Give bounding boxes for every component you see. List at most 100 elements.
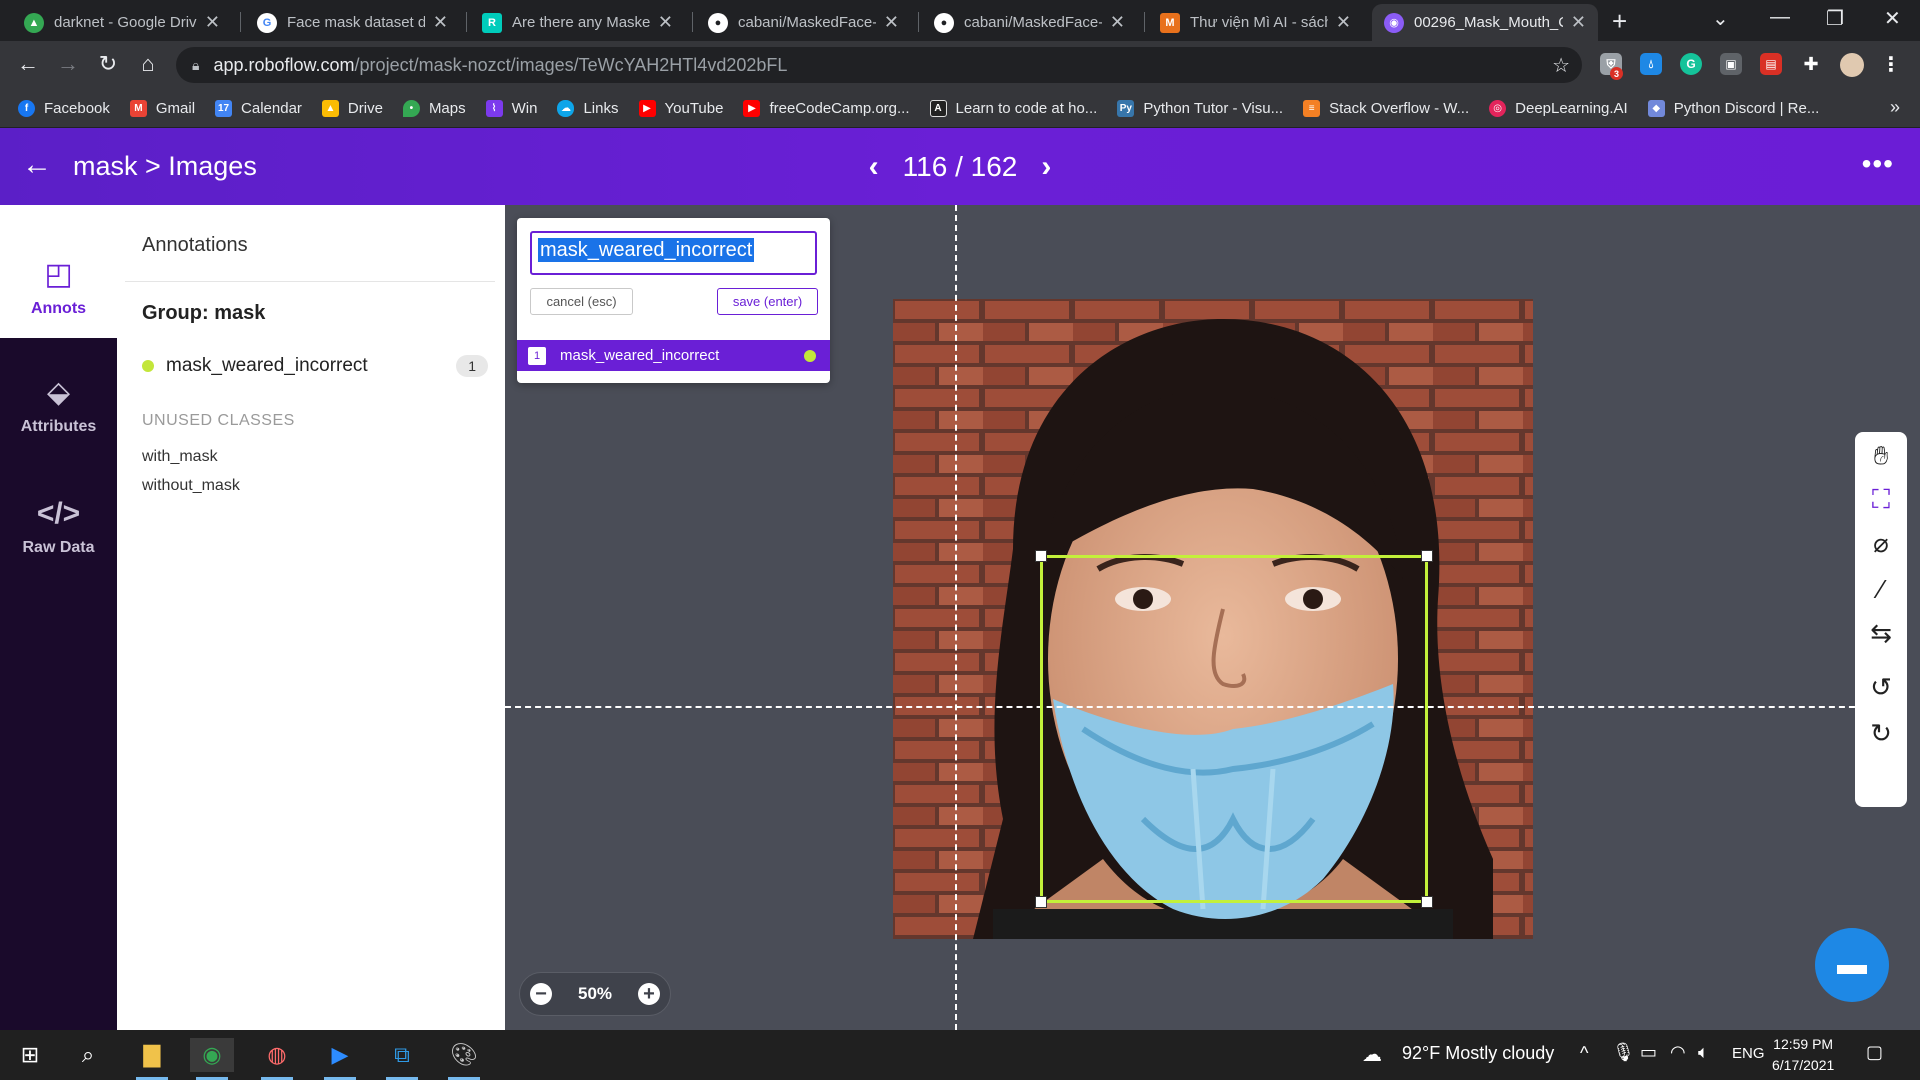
tab-search-icon[interactable]: ⌄ [1712, 6, 1729, 31]
bookmark-learn-to-code[interactable]: A Learn to code at ho... [929, 99, 1097, 117]
browser-tab[interactable]: G Face mask dataset do ✕ [245, 4, 460, 41]
extensions-puzzle-icon[interactable]: ✚ [1800, 53, 1822, 75]
reload-icon[interactable]: ↻ [94, 51, 122, 77]
rail-item-attributes[interactable]: ⬙ Attributes [0, 375, 117, 475]
bookmark-label: DeepLearning.AI [1515, 99, 1628, 117]
redo-icon[interactable]: ↻ [1855, 718, 1907, 749]
minimize-icon[interactable]: — [1770, 6, 1790, 29]
zoom-app-icon[interactable]: ▶ [318, 1038, 362, 1080]
bookmark-stack-overflow[interactable]: ≡ Stack Overflow - W... [1303, 99, 1469, 117]
class-suggestion-option[interactable]: 1 mask_weared_incorrect [517, 340, 830, 371]
bookmark-links[interactable]: ☁ Links [557, 99, 619, 117]
extension-red-icon[interactable]: ▤ [1760, 53, 1782, 75]
close-tab-icon[interactable]: ✕ [205, 12, 220, 33]
wifi-icon[interactable]: ◠ [1670, 1042, 1686, 1063]
windows-start-icon[interactable]: ⊞ [8, 1038, 52, 1072]
lock-icon[interactable]: 🔒︎ [192, 57, 199, 74]
grammarly-icon[interactable]: G [1680, 53, 1702, 75]
undo-icon[interactable]: ↺ [1855, 672, 1907, 703]
new-tab-plus-icon[interactable]: + [1612, 6, 1627, 37]
browser-tab[interactable]: ● cabani/MaskedFace-N ✕ [922, 4, 1137, 41]
paint-icon[interactable]: 🎨︎ [442, 1038, 486, 1080]
close-window-icon[interactable]: ✕ [1884, 6, 1901, 31]
resize-handle-bottom-left[interactable] [1035, 896, 1047, 908]
restore-icon[interactable]: ❐ [1826, 6, 1844, 31]
resize-handle-top-right[interactable] [1421, 550, 1433, 562]
browser-tab[interactable]: R Are there any Masked ✕ [470, 4, 685, 41]
address-bar[interactable]: 🔒︎ app.roboflow.com/project/mask-nozct/i… [176, 47, 1582, 83]
bookmark-python-tutor[interactable]: Py Python Tutor - Visu... [1117, 99, 1283, 117]
file-explorer-icon[interactable]: ▇ [130, 1038, 174, 1080]
back-arrow-icon[interactable]: ← [14, 51, 42, 77]
vscode-icon[interactable]: ⧉ [380, 1038, 424, 1080]
browser-tab[interactable]: M Thư viện Mì AI - sách, ✕ [1148, 4, 1363, 41]
chat-bubble-icon[interactable]: ▬ [1815, 928, 1889, 1002]
close-tab-icon[interactable]: ✕ [1110, 12, 1125, 33]
bookmark-drive[interactable]: ▲ Drive [321, 99, 383, 117]
app-header: ← mask > Images ‹ 116 / 162 › ••• [0, 128, 1920, 205]
breadcrumb[interactable]: mask > Images [73, 151, 257, 182]
bookmark-win[interactable]: ⌇ Win [485, 99, 537, 117]
chrome-icon[interactable]: ◉ [190, 1038, 234, 1080]
app-icon[interactable]: ◍ [255, 1038, 299, 1080]
forward-arrow-icon[interactable]: → [54, 51, 82, 77]
notification-icon[interactable]: ▢ [1866, 1042, 1883, 1063]
bookmark-maps[interactable]: • Maps [402, 99, 466, 117]
class-name-input[interactable]: mask_weared_incorrect [530, 231, 817, 275]
previous-image-chevron-icon[interactable]: ‹ [845, 150, 903, 184]
tray-chevron-icon[interactable]: ^ [1580, 1043, 1588, 1064]
zoom-out-icon[interactable]: − [530, 983, 552, 1005]
save-button[interactable]: save (enter) [717, 288, 818, 315]
class-row[interactable]: mask_weared_incorrect 1 [142, 355, 488, 377]
close-tab-icon[interactable]: ✕ [658, 12, 673, 33]
annotation-canvas[interactable]: mask_weared_incorrect cancel (esc) save … [505, 205, 1920, 1030]
weather-cloud-icon[interactable]: ☁ [1362, 1042, 1382, 1067]
browser-tab-active[interactable]: ◉ 00296_Mask_Mouth_C ✕ [1372, 4, 1598, 41]
rail-item-raw-data[interactable]: </> Raw Data [0, 497, 117, 597]
chrome-menu-icon[interactable]: ⋮ [1880, 53, 1902, 76]
profile-avatar[interactable] [1840, 53, 1864, 77]
close-tab-icon[interactable]: ✕ [1571, 12, 1586, 33]
close-tab-icon[interactable]: ✕ [884, 12, 899, 33]
clock[interactable]: 12:59 PM 6/17/2021 [1772, 1034, 1834, 1076]
microphone-icon[interactable]: 🎙︎ [1612, 1042, 1635, 1063]
extension-window-icon[interactable]: ▣ [1720, 53, 1742, 75]
bookmark-freecodecamp[interactable]: ▶ freeCodeCamp.org... [743, 99, 910, 117]
bookmark-gmail[interactable]: M Gmail [129, 99, 195, 117]
bookmark-facebook[interactable]: f Facebook [18, 99, 110, 117]
close-tab-icon[interactable]: ✕ [433, 12, 448, 33]
rail-item-annots[interactable]: ◰ Annots [0, 205, 117, 338]
resize-handle-bottom-right[interactable] [1421, 896, 1433, 908]
bookmark-python-discord[interactable]: ◆ Python Discord | Re... [1647, 99, 1819, 117]
unused-class-item[interactable]: with_mask [142, 448, 218, 466]
next-image-chevron-icon[interactable]: › [1017, 150, 1075, 184]
polygon-icon[interactable]: ⌀ [1855, 528, 1907, 559]
browser-tab[interactable]: ● cabani/MaskedFace-N ✕ [696, 4, 911, 41]
hand-icon[interactable]: ✋︎ [1855, 440, 1907, 472]
unused-class-item[interactable]: without_mask [142, 477, 240, 495]
bookmark-star-icon[interactable]: ☆ [1552, 53, 1570, 78]
resize-handle-top-left[interactable] [1035, 550, 1047, 562]
smart-magic-icon[interactable]: ⁄ [1855, 574, 1907, 605]
home-icon[interactable]: ⌂ [134, 51, 162, 77]
browser-tab[interactable]: ▲ darknet - Google Drive ✕ [12, 4, 232, 41]
weather-text[interactable]: 92°F Mostly cloudy [1402, 1043, 1554, 1064]
back-arrow-icon[interactable]: ← [22, 148, 52, 182]
search-icon[interactable]: ⌕ [66, 1038, 110, 1072]
zoom-in-icon[interactable]: + [638, 983, 660, 1005]
bounding-box[interactable] [1035, 550, 1433, 908]
language-indicator[interactable]: ENG [1732, 1045, 1765, 1062]
bookmarks-overflow-icon[interactable]: » [1890, 97, 1900, 118]
bookmark-deeplearning[interactable]: ◎ DeepLearning.AI [1489, 99, 1628, 117]
cancel-button[interactable]: cancel (esc) [530, 288, 633, 315]
win-icon: ⌇ [485, 99, 503, 117]
more-options-icon[interactable]: ••• [1862, 148, 1894, 180]
battery-icon[interactable]: ▭ [1640, 1042, 1657, 1063]
repeat-icon[interactable]: ⇆ [1855, 618, 1907, 649]
bounding-box-icon[interactable]: ⛶ [1855, 484, 1907, 516]
bookmark-calendar[interactable]: 17 Calendar [215, 99, 302, 117]
close-tab-icon[interactable]: ✕ [1336, 12, 1351, 33]
extension-drop-icon[interactable]: 💧︎ [1640, 53, 1662, 75]
bookmark-youtube[interactable]: ▶ YouTube [638, 99, 723, 117]
volume-icon[interactable]: 🔈︎ [1698, 1042, 1709, 1063]
